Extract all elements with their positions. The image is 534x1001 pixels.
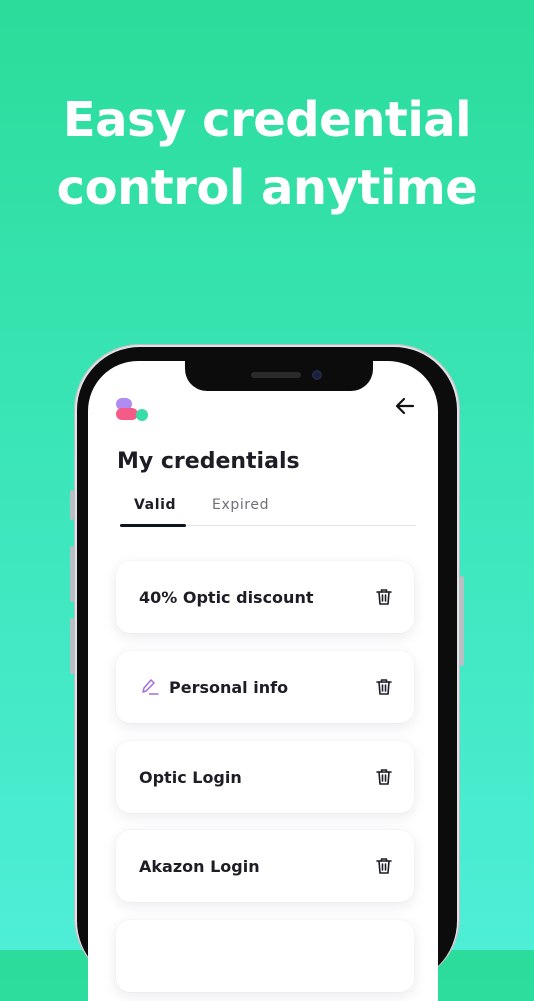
credential-label: Personal info: [169, 678, 289, 697]
phone-notch: [185, 361, 373, 391]
credential-card[interactable]: Akazon Login: [116, 830, 414, 902]
credential-label: Akazon Login: [139, 857, 260, 876]
credential-card[interactable]: 40% Optic discount: [116, 561, 414, 633]
credential-card[interactable]: Personal info: [116, 651, 414, 723]
credential-label: 40% Optic discount: [139, 588, 314, 607]
credential-card-partial[interactable]: [116, 920, 414, 992]
front-camera: [312, 370, 322, 380]
credential-card[interactable]: Optic Login: [116, 741, 414, 813]
credential-label: Optic Login: [139, 768, 242, 787]
headline-line-2: control anytime: [56, 160, 478, 216]
phone-volume-up: [70, 546, 74, 602]
trash-icon[interactable]: [374, 677, 394, 697]
tab-expired[interactable]: Expired: [212, 497, 269, 513]
speaker-grille: [251, 372, 301, 378]
marketing-headline: Easy credential control anytime: [0, 86, 534, 222]
active-tab-indicator: [120, 524, 186, 527]
phone-volume-down: [70, 618, 74, 674]
back-arrow-icon[interactable]: [394, 395, 416, 417]
phone-silent-switch: [70, 490, 74, 520]
phone-power-button: [460, 576, 464, 666]
headline-line-1: Easy credential: [62, 92, 472, 148]
credential-tabs: Valid Expired: [120, 485, 416, 527]
phone-frame: My credentials Valid Expired 40% Optic d…: [70, 344, 464, 1001]
app-logo: [116, 398, 156, 424]
trash-icon[interactable]: [374, 587, 394, 607]
trash-icon[interactable]: [374, 767, 394, 787]
app-screen: My credentials Valid Expired 40% Optic d…: [88, 361, 438, 1001]
trash-icon[interactable]: [374, 856, 394, 876]
pen-icon: [140, 677, 160, 697]
page-title: My credentials: [117, 449, 300, 474]
tab-valid[interactable]: Valid: [134, 497, 176, 513]
